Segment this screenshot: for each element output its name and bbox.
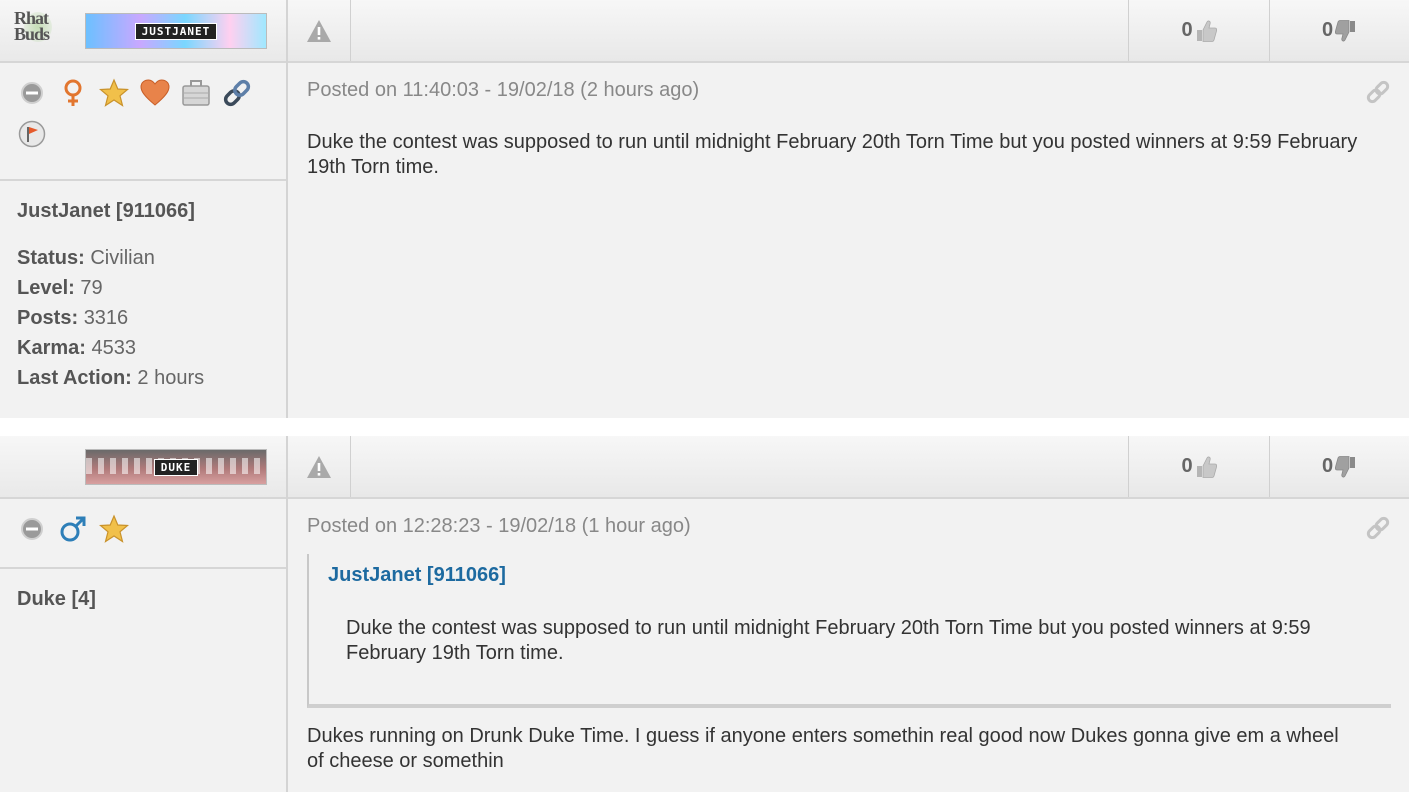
post-body: Duke the contest was supposed to run unt… xyxy=(307,131,1358,178)
user-panel-header: Rhat Buds JUSTJANET xyxy=(0,0,286,63)
dislike-button[interactable]: 0 xyxy=(1269,0,1409,61)
last-action-stat: Last Action: 2 hours xyxy=(17,367,205,389)
thumbs-down-icon xyxy=(1335,455,1356,477)
post-timestamp: Posted on 11:40:03 - 19/02/18 (2 hours a… xyxy=(307,79,700,101)
warning-icon xyxy=(307,19,331,42)
donator-star-icon[interactable] xyxy=(98,77,130,109)
warning-icon xyxy=(307,455,331,478)
user-info: Duke [4] xyxy=(0,588,286,631)
post-content: 0 0 Posted on 11:40:03 - 19/02/18 (2 hou… xyxy=(288,0,1409,418)
thumbs-up-icon xyxy=(1196,456,1217,478)
karma-stat: Karma: 4533 xyxy=(17,337,136,359)
thumbs-down-icon xyxy=(1335,19,1356,41)
permalink-icon[interactable] xyxy=(1365,515,1391,541)
job-briefcase-icon[interactable] xyxy=(180,77,212,109)
status-stat: Status: Civilian xyxy=(17,247,155,269)
user-panel: Rhat Buds JUSTJANET JustJanet [911066] S… xyxy=(0,0,288,418)
dislike-count: 0 xyxy=(1321,19,1334,41)
forum-post: Rhat Buds JUSTJANET JustJanet [911066] S… xyxy=(0,0,1409,418)
male-icon[interactable] xyxy=(57,513,89,545)
post-timestamp: Posted on 12:28:23 - 19/02/18 (1 hour ag… xyxy=(307,515,691,537)
user-panel: DUKE Duke [4] xyxy=(0,436,288,792)
thumbs-up-icon xyxy=(1196,20,1217,42)
female-icon[interactable] xyxy=(57,77,89,109)
user-banner[interactable]: JUSTJANET xyxy=(85,13,267,49)
user-info: JustJanet [911066] Status: Civilian Leve… xyxy=(0,200,286,393)
quote-author-link[interactable]: JustJanet [911066] xyxy=(328,564,506,587)
post-body: Dukes running on Drunk Duke Time. I gues… xyxy=(307,725,1339,772)
post-toolbar: 0 0 xyxy=(288,0,1409,63)
quote-text: Duke the contest was supposed to run unt… xyxy=(346,617,1311,664)
faction-flag-icon[interactable] xyxy=(16,118,48,150)
user-name-link[interactable]: Duke [4] xyxy=(17,588,286,611)
forum-post: DUKE Duke [4] 0 0 Posted on 12:28:23 - 1… xyxy=(0,436,1409,792)
user-banner[interactable]: DUKE xyxy=(85,449,267,485)
offline-status-icon[interactable] xyxy=(16,513,48,545)
donator-star-icon[interactable] xyxy=(98,513,130,545)
user-icons xyxy=(0,499,286,569)
report-button[interactable] xyxy=(288,0,351,61)
level-stat: Level: 79 xyxy=(17,277,103,299)
like-count: 0 xyxy=(1181,19,1193,41)
report-button[interactable] xyxy=(288,436,351,497)
posts-stat: Posts: 3316 xyxy=(17,307,129,329)
dislike-count: 0 xyxy=(1321,455,1334,477)
post-toolbar: 0 0 xyxy=(288,436,1409,499)
post-content: 0 0 Posted on 12:28:23 - 19/02/18 (1 hou… xyxy=(288,436,1409,792)
married-heart-icon[interactable] xyxy=(139,77,171,109)
like-count: 0 xyxy=(1181,455,1193,477)
banner-text: DUKE xyxy=(153,458,199,476)
quote-block: JustJanet [911066] Duke the contest was … xyxy=(307,554,1391,708)
user-name-link[interactable]: JustJanet [911066] xyxy=(17,200,286,223)
chain-link-icon[interactable] xyxy=(221,77,253,109)
offline-status-icon[interactable] xyxy=(16,77,48,109)
like-button[interactable]: 0 xyxy=(1128,436,1269,497)
faction-logo[interactable]: Rhat Buds xyxy=(14,9,66,50)
like-button[interactable]: 0 xyxy=(1128,0,1269,61)
user-panel-header: DUKE xyxy=(0,436,286,499)
banner-text: JUSTJANET xyxy=(134,22,218,40)
permalink-icon[interactable] xyxy=(1365,79,1391,105)
user-icons xyxy=(0,63,286,181)
dislike-button[interactable]: 0 xyxy=(1269,436,1409,497)
